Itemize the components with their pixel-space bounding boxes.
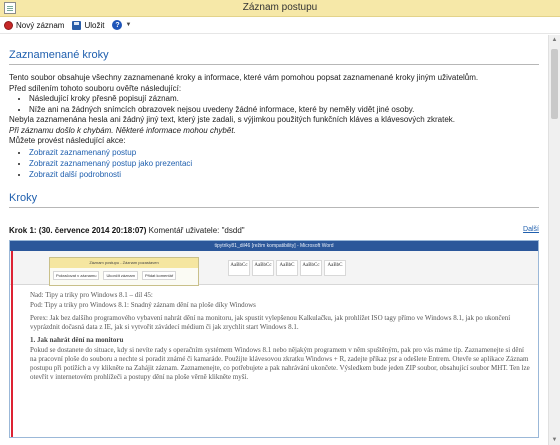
view-steps-link[interactable]: Zobrazit zaznamenaný postup bbox=[29, 148, 136, 157]
step-header: Krok 1: (30. července 2014 20:18:07) Kom… bbox=[9, 226, 539, 235]
view-slideshow-link[interactable]: Zobrazit zaznamenaný postup jako prezent… bbox=[29, 159, 192, 168]
new-record-button[interactable]: Nový záznam bbox=[4, 20, 65, 30]
no-passwords-text: Nebyla zaznamenána hesla ani žádný jiný … bbox=[9, 115, 455, 124]
style-box: AaBbC bbox=[324, 259, 346, 276]
new-record-label: Nový záznam bbox=[16, 20, 65, 30]
step-screenshot: tipytriky81_dil46 [režim kompatibility] … bbox=[9, 239, 539, 438]
help-icon: ? bbox=[112, 20, 123, 30]
steps-section: Další Krok 1: (30. července 2014 20:18:0… bbox=[9, 226, 539, 438]
screenshot-highlight bbox=[11, 250, 13, 437]
checks-list: Následující kroky přesně popisují záznam… bbox=[29, 94, 539, 115]
view-details-link[interactable]: Zobrazit další podrobnosti bbox=[29, 170, 121, 179]
before-sharing-text: Před sdílením tohoto souboru ověřte násl… bbox=[9, 83, 182, 93]
check-item: Níže ani na žádných snímcích obrazovek n… bbox=[29, 105, 539, 116]
screenshot-stop-button: Ukončit záznam bbox=[103, 270, 138, 280]
style-box: AaBbCc bbox=[252, 259, 274, 276]
recorded-steps-heading: Zaznamenané kroky bbox=[9, 49, 539, 65]
save-icon bbox=[72, 20, 82, 30]
style-box: AaBbCc bbox=[300, 259, 322, 276]
check-item: Následující kroky přesně popisují záznam… bbox=[29, 94, 539, 105]
style-box: AaBbC bbox=[276, 259, 298, 276]
steps-heading: Kroky bbox=[9, 192, 539, 208]
scroll-up-icon[interactable]: ▲ bbox=[549, 35, 560, 45]
doc-line: Perex: Jak bez dalšího programového vyba… bbox=[30, 313, 511, 331]
save-button[interactable]: Uložit bbox=[72, 20, 105, 30]
doc-line: Pod: Tipy a triky pro Windows 8.1: Snadn… bbox=[30, 300, 256, 309]
screenshot-resume-button: Pokračovat v záznamu bbox=[53, 270, 100, 280]
next-step-link[interactable]: Další bbox=[523, 226, 539, 233]
intro-text: Tento soubor obsahuje všechny zaznamenan… bbox=[9, 73, 479, 82]
screenshot-dialog-buttons: Pokračovat v záznamu Ukončit záznam Přid… bbox=[50, 268, 198, 283]
screenshot-style-gallery: AaBbCc AaBbCc AaBbC AaBbCc AaBbC bbox=[228, 259, 346, 276]
errors-note: Při záznamu došlo k chybám. Některé info… bbox=[9, 125, 236, 135]
screenshot-dialog-title: Záznam postupu - Záznam pozastaven bbox=[50, 257, 198, 268]
help-button[interactable]: ? ▼ bbox=[112, 20, 131, 30]
screenshot-comment-button: Přidat komentář bbox=[141, 270, 177, 280]
record-icon bbox=[4, 20, 13, 30]
scroll-thumb[interactable] bbox=[551, 49, 558, 119]
doc-line: Pokud se dostanete do situace, kdy si ne… bbox=[30, 345, 530, 381]
doc-line: Nad: Tipy a triky pro Windows 8.1 – díl … bbox=[30, 290, 153, 299]
report-content: Zaznamenané kroky Tento soubor obsahuje … bbox=[0, 35, 548, 445]
doc-heading: 1. Jak nahrát dění na monitoru bbox=[30, 335, 124, 344]
window-title: Záznam postupu bbox=[242, 2, 318, 13]
step-comment: Komentář uživatele: "dsdd" bbox=[148, 225, 245, 235]
scroll-down-icon[interactable]: ▼ bbox=[549, 435, 560, 445]
step-label: Krok 1: (30. července 2014 20:18:07) bbox=[9, 225, 147, 235]
screenshot-window-title: tipytriky81_dil46 [režim kompatibility] … bbox=[10, 240, 538, 251]
vertical-scrollbar[interactable]: ▲ ▼ bbox=[548, 35, 560, 445]
chevron-down-icon: ▼ bbox=[125, 22, 132, 28]
toolbar: Nový záznam Uložit ? ▼ bbox=[0, 17, 560, 34]
actions-intro: Můžete provést následující akce: bbox=[9, 136, 126, 145]
screenshot-recorder-dialog: Záznam postupu - Záznam pozastaven Pokra… bbox=[49, 256, 199, 286]
save-label: Uložit bbox=[84, 20, 105, 30]
actions-list: Zobrazit zaznamenaný postup Zobrazit zaz… bbox=[29, 147, 539, 180]
style-box: AaBbCc bbox=[228, 259, 250, 276]
summary: Tento soubor obsahuje všechny zaznamenan… bbox=[9, 73, 539, 180]
screenshot-document: Nad: Tipy a triky pro Windows 8.1 – díl … bbox=[30, 291, 530, 386]
title-bar: Záznam postupu bbox=[0, 0, 560, 17]
